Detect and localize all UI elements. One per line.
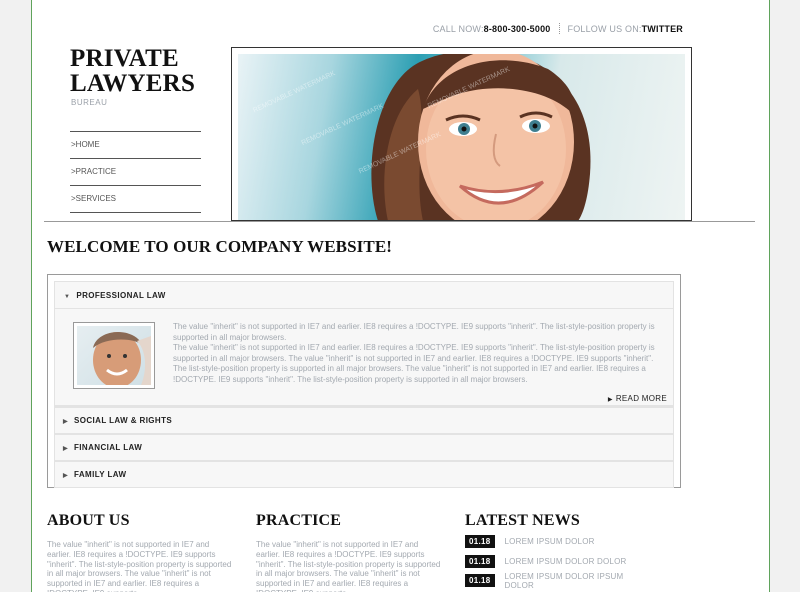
- follow-us-label: FOLLOW US ON:: [567, 23, 642, 34]
- logo-line-1: PRIVATE: [70, 45, 179, 72]
- accordion-title: SOCIAL LAW & RIGHTS: [74, 416, 173, 425]
- news-date-badge: 01.18: [465, 535, 495, 549]
- accordion-header-financial-law[interactable]: ▶ FINANCIAL LAW: [54, 434, 674, 461]
- main-nav: >HOME >PRACTICE >SERVICES: [70, 131, 201, 213]
- about-section: ABOUT US The value "inherit" is not supp…: [47, 512, 232, 592]
- accordion-panel-open: ▼ PROFESSIONAL LAW The value "inherit" i…: [54, 281, 674, 407]
- nav-item-home[interactable]: >HOME: [70, 132, 201, 159]
- watermark-text-1: REMOVABLE WATERMARK: [252, 70, 337, 114]
- read-more-link[interactable]: ▶ READ MORE: [608, 394, 667, 403]
- practice-text: The value "inherit" is not supported in …: [256, 540, 441, 592]
- news-link[interactable]: LOREM IPSUM DOLOR DOLOR: [505, 557, 627, 566]
- news-item[interactable]: 01.18 LOREM IPSUM DOLOR: [465, 532, 650, 552]
- news-date-badge: 01.18: [465, 574, 495, 588]
- about-text: The value "inherit" is not supported in …: [47, 540, 232, 592]
- caret-right-icon: ▶: [63, 419, 69, 425]
- woman-portrait-illustration: REMOVABLE WATERMARK REMOVABLE WATERMARK …: [252, 54, 591, 220]
- news-link[interactable]: LOREM IPSUM DOLOR: [505, 537, 595, 546]
- lawyer-thumbnail: [73, 322, 155, 389]
- contact-bar: CALL NOW: 8-800-300-5000 FOLLOW US ON: T…: [433, 23, 683, 34]
- news-item[interactable]: 01.18 LOREM IPSUM DOLOR DOLOR: [465, 552, 650, 572]
- logo-subtitle: BUREAU: [71, 98, 108, 107]
- caret-right-icon: ▶: [607, 397, 613, 403]
- practice-accordion: ▼ PROFESSIONAL LAW The value "inherit" i…: [47, 274, 681, 488]
- accordion-title: PROFESSIONAL LAW: [76, 291, 166, 300]
- about-heading: ABOUT US: [47, 512, 130, 529]
- accordion-header-family-law[interactable]: ▶ FAMILY LAW: [54, 461, 674, 488]
- accordion-text: The value "inherit" is not supported in …: [173, 322, 668, 385]
- accordion-body: The value "inherit" is not supported in …: [55, 309, 673, 406]
- read-more-label: READ MORE: [615, 394, 667, 403]
- man-portrait-illustration: [93, 331, 151, 385]
- practice-heading: PRACTICE: [256, 512, 342, 529]
- welcome-heading: WELCOME TO OUR COMPANY WEBSITE!: [47, 237, 393, 256]
- hero-image: REMOVABLE WATERMARK REMOVABLE WATERMARK …: [238, 54, 685, 220]
- news-item[interactable]: 01.18 LOREM IPSUM DOLOR IPSUM DOLOR: [465, 571, 650, 591]
- logo-line-2: LAWYERS: [70, 70, 196, 97]
- caret-down-icon: ▼: [64, 294, 71, 300]
- hero-divider: [44, 221, 755, 222]
- news-link[interactable]: LOREM IPSUM DOLOR IPSUM DOLOR: [505, 572, 650, 590]
- nav-item-practice[interactable]: >PRACTICE: [70, 159, 201, 186]
- hero-banner: REMOVABLE WATERMARK REMOVABLE WATERMARK …: [231, 47, 692, 221]
- accordion-header-social-law[interactable]: ▶ SOCIAL LAW & RIGHTS: [54, 407, 674, 434]
- accordion-header-professional-law[interactable]: ▼ PROFESSIONAL LAW: [55, 282, 673, 309]
- news-date-badge: 01.18: [465, 554, 495, 568]
- call-now-label: CALL NOW:: [432, 23, 484, 34]
- accordion-title: FINANCIAL LAW: [74, 443, 143, 452]
- lawyer-photo: [77, 326, 151, 385]
- caret-right-icon: ▶: [63, 446, 69, 452]
- news-heading: LATEST NEWS: [465, 512, 580, 529]
- phone-number[interactable]: 8-800-300-5000: [484, 24, 551, 34]
- accordion-title: FAMILY LAW: [74, 470, 127, 479]
- topbar-divider: [558, 23, 560, 34]
- page-container: CALL NOW: 8-800-300-5000 FOLLOW US ON: T…: [31, 0, 770, 592]
- news-section: LATEST NEWS 01.18 LOREM IPSUM DOLOR 01.1…: [465, 512, 650, 591]
- accordion-paragraph-1: The value "inherit" is not supported in …: [173, 322, 655, 342]
- caret-right-icon: ▶: [63, 473, 69, 479]
- twitter-link[interactable]: TWITTER: [642, 24, 683, 34]
- watermark-text-2: REMOVABLE WATERMARK: [301, 103, 386, 147]
- nav-item-services[interactable]: >SERVICES: [70, 186, 201, 213]
- logo[interactable]: PRIVATE LAWYERS: [70, 46, 195, 96]
- accordion-paragraph-2: The value "inherit" is not supported in …: [173, 343, 655, 384]
- practice-section: PRACTICE The value "inherit" is not supp…: [256, 512, 441, 592]
